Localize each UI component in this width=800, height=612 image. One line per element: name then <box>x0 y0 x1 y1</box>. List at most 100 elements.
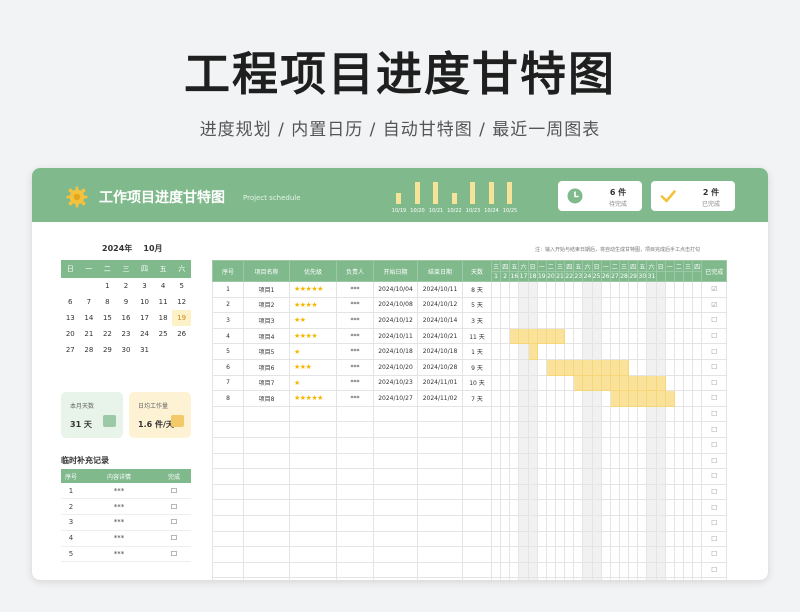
empty-cell[interactable] <box>212 421 244 438</box>
empty-cell[interactable] <box>243 452 290 470</box>
cell-days[interactable]: 8 天 <box>462 281 492 298</box>
done-checkbox[interactable]: ☐ <box>701 561 728 579</box>
empty-cell[interactable] <box>417 577 463 580</box>
calendar-day-cell[interactable]: 22 <box>98 326 117 342</box>
cell-end[interactable]: 2024/10/12 <box>417 296 463 314</box>
empty-cell[interactable] <box>243 421 290 438</box>
calendar-day-cell[interactable]: 20 <box>61 326 80 342</box>
cell-priority[interactable]: ★★★★★ <box>289 390 337 407</box>
cell-start[interactable]: 2024/10/04 <box>373 281 418 298</box>
calendar-day-cell[interactable]: 23 <box>117 326 136 342</box>
cell-start[interactable]: 2024/10/18 <box>373 343 418 360</box>
calendar-day-cell[interactable]: 18 <box>154 310 173 326</box>
calendar-day-cell[interactable] <box>172 342 191 358</box>
done-checkbox[interactable]: ☐ <box>701 468 728 485</box>
empty-cell[interactable] <box>212 436 244 454</box>
cell-owner[interactable]: *** <box>336 296 374 314</box>
empty-cell[interactable] <box>289 546 337 563</box>
empty-cell[interactable] <box>243 483 290 501</box>
done-checkbox[interactable]: ☐ <box>701 358 728 376</box>
cell-priority[interactable]: ★★★★ <box>289 296 337 314</box>
empty-cell[interactable] <box>336 499 374 516</box>
done-checkbox[interactable]: ☐ <box>701 405 728 423</box>
cell-end[interactable]: 2024/10/18 <box>417 343 463 360</box>
empty-cell[interactable] <box>243 514 290 532</box>
done-checkbox[interactable]: ☐ <box>701 499 728 516</box>
cell-priority[interactable]: ★ <box>289 374 337 392</box>
empty-cell[interactable] <box>417 421 463 438</box>
empty-cell[interactable] <box>462 421 492 438</box>
cell-no[interactable]: 1 <box>212 281 244 298</box>
empty-cell[interactable] <box>336 546 374 563</box>
empty-cell[interactable] <box>212 499 244 516</box>
calendar-day-cell[interactable]: 27 <box>61 342 80 358</box>
empty-cell[interactable] <box>212 577 244 580</box>
empty-cell[interactable] <box>417 483 463 501</box>
log-done-checkbox[interactable]: ☐ <box>157 546 191 563</box>
empty-cell[interactable] <box>462 483 492 501</box>
calendar-day-cell[interactable]: 21 <box>80 326 99 342</box>
empty-cell[interactable] <box>417 546 463 563</box>
empty-cell[interactable] <box>373 436 418 454</box>
calendar-day-cell[interactable]: 16 <box>117 310 136 326</box>
cell-owner[interactable]: *** <box>336 281 374 298</box>
empty-cell[interactable] <box>212 514 244 532</box>
empty-cell[interactable] <box>289 530 337 548</box>
empty-cell[interactable] <box>417 561 463 579</box>
calendar-day-cell[interactable] <box>61 278 80 294</box>
cell-owner[interactable]: *** <box>336 343 374 360</box>
empty-cell[interactable] <box>462 561 492 579</box>
empty-cell[interactable] <box>212 483 244 501</box>
calendar-day-cell[interactable] <box>154 342 173 358</box>
log-done-checkbox[interactable]: ☐ <box>157 498 191 516</box>
cell-owner[interactable]: *** <box>336 390 374 407</box>
cell-name[interactable]: 项目2 <box>243 296 290 314</box>
cell-no[interactable]: 5 <box>212 343 244 360</box>
cell-owner[interactable]: *** <box>336 358 374 376</box>
empty-cell[interactable] <box>336 530 374 548</box>
cell-priority[interactable]: ★★ <box>289 312 337 329</box>
empty-cell[interactable] <box>243 499 290 516</box>
calendar-day-cell[interactable]: 14 <box>80 310 99 326</box>
log-done-checkbox[interactable]: ☐ <box>157 483 191 500</box>
cell-owner[interactable]: *** <box>336 374 374 392</box>
cell-no[interactable]: 7 <box>212 374 244 392</box>
cell-start[interactable]: 2024/10/08 <box>373 296 418 314</box>
calendar-day-cell[interactable]: 5 <box>172 278 191 294</box>
calendar-day-cell[interactable]: 1 <box>98 278 117 294</box>
cell-end[interactable]: 2024/11/02 <box>417 390 463 407</box>
empty-cell[interactable] <box>373 405 418 423</box>
empty-cell[interactable] <box>243 577 290 580</box>
cell-no[interactable]: 4 <box>212 327 244 345</box>
log-done-checkbox[interactable]: ☐ <box>157 530 191 547</box>
cell-days[interactable]: 5 天 <box>462 296 492 314</box>
empty-cell[interactable] <box>243 436 290 454</box>
empty-cell[interactable] <box>289 483 337 501</box>
cell-name[interactable]: 项目7 <box>243 374 290 392</box>
empty-cell[interactable] <box>417 405 463 423</box>
cell-days[interactable]: 7 天 <box>462 390 492 407</box>
calendar-day-cell[interactable] <box>80 278 99 294</box>
cell-start[interactable]: 2024/10/23 <box>373 374 418 392</box>
empty-cell[interactable] <box>336 514 374 532</box>
empty-cell[interactable] <box>417 499 463 516</box>
cell-name[interactable]: 项目5 <box>243 343 290 360</box>
empty-cell[interactable] <box>373 514 418 532</box>
calendar-day-cell[interactable]: 8 <box>98 294 117 310</box>
empty-cell[interactable] <box>417 436 463 454</box>
empty-cell[interactable] <box>212 452 244 470</box>
empty-cell[interactable] <box>417 468 463 485</box>
empty-cell[interactable] <box>289 577 337 580</box>
calendar-day-cell[interactable]: 12 <box>172 294 191 310</box>
done-checkbox[interactable]: ☐ <box>701 312 728 329</box>
empty-cell[interactable] <box>417 514 463 532</box>
calendar-day-cell[interactable]: 31 <box>135 342 154 358</box>
calendar-day-cell[interactable]: 10 <box>135 294 154 310</box>
done-checkbox[interactable]: ☑ <box>701 281 728 298</box>
calendar-day-cell[interactable]: 26 <box>172 326 191 342</box>
empty-cell[interactable] <box>373 546 418 563</box>
calendar-day-cell[interactable]: 4 <box>154 278 173 294</box>
empty-cell[interactable] <box>373 483 418 501</box>
cell-start[interactable]: 2024/10/11 <box>373 327 418 345</box>
empty-cell[interactable] <box>289 405 337 423</box>
